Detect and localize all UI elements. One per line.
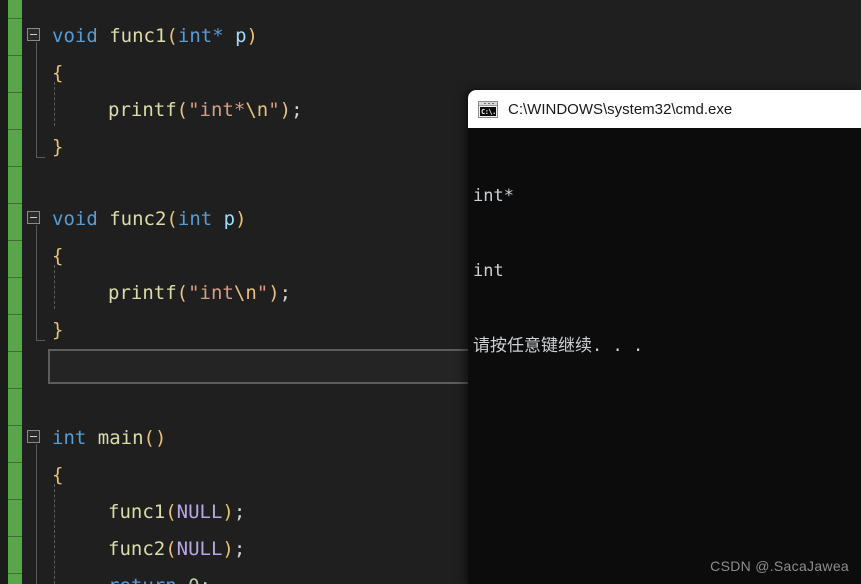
token-function-main: main <box>97 427 144 449</box>
code-line-3: printf("int*\n"); <box>108 92 303 129</box>
token-paren-close: ) <box>268 282 280 304</box>
console-output-line: int <box>473 261 504 281</box>
token-paren-close: ) <box>222 538 234 560</box>
token-semicolon: ; <box>200 575 211 584</box>
cmd-icon-titlebar <box>479 101 497 106</box>
cmd-icon-glyph: C:\. <box>480 106 496 116</box>
change-bar-segment <box>8 425 22 426</box>
change-bar-segment <box>8 314 22 315</box>
token-string-int: int <box>199 282 234 304</box>
token-paren-close: ) <box>155 427 167 449</box>
change-bar-segment <box>8 536 22 537</box>
token-paren-open: ( <box>176 282 189 304</box>
change-bar-segment <box>8 388 22 389</box>
token-function-printf: printf <box>108 282 177 304</box>
token-semicolon: ; <box>291 99 303 121</box>
token-escape-newline: \n <box>233 282 257 304</box>
change-bar-segment <box>8 55 22 56</box>
code-line-12: int main() <box>52 420 166 457</box>
code-line-4: } <box>52 129 63 166</box>
token-function-func2: func2 <box>109 208 167 230</box>
console-output[interactable]: int* int 请按任意键继续. . . <box>468 128 861 584</box>
code-line-8: printf("int\n"); <box>108 275 291 312</box>
code-line-9: } <box>52 312 63 349</box>
token-paren-open: ( <box>143 427 155 449</box>
code-line-13: { <box>52 457 63 494</box>
token-semicolon: ; <box>233 538 246 560</box>
token-keyword-int: int <box>52 427 87 449</box>
token-function-func2: func2 <box>108 538 166 560</box>
token-quote-open: " <box>188 99 200 121</box>
token-quote-close: " <box>268 99 280 121</box>
token-type-int-star: int* <box>177 25 224 47</box>
token-paren-close: ) <box>279 99 292 121</box>
token-brace-open: { <box>52 464 64 486</box>
cmd-icon: C:\. <box>478 100 498 118</box>
code-line-7: { <box>52 238 63 275</box>
token-keyword-return: return <box>108 575 177 584</box>
token-paren-open: ( <box>166 208 178 230</box>
code-line-15: func2(NULL); <box>108 531 245 568</box>
token-macro-null: NULL <box>176 538 223 560</box>
token-paren-open: ( <box>165 538 177 560</box>
token-brace-open: { <box>52 245 64 267</box>
token-keyword-void: void <box>52 208 98 230</box>
change-bar-segment <box>8 462 22 463</box>
console-title-bar[interactable]: C:\. C:\WINDOWS\system32\cmd.exe <box>468 90 861 128</box>
token-macro-null: NULL <box>176 501 223 523</box>
console-output-line: 请按任意键继续. . . <box>473 336 644 356</box>
token-param-p: p <box>223 208 236 230</box>
token-semicolon: ; <box>279 282 292 304</box>
token-type-int: int <box>177 208 213 230</box>
change-bar-segment <box>8 240 22 241</box>
token-paren-open: ( <box>176 99 189 121</box>
token-escape-newline: \n <box>245 99 269 121</box>
token-string-int-star: int* <box>199 99 246 121</box>
token-semicolon: ; <box>233 501 246 523</box>
token-brace-close: } <box>52 319 64 341</box>
token-paren-close: ) <box>222 501 234 523</box>
change-bar-segment <box>8 203 22 204</box>
token-function-printf: printf <box>108 99 177 121</box>
change-bar-segment <box>8 92 22 93</box>
change-bar-segment <box>8 351 22 352</box>
token-paren-close: ) <box>235 208 247 230</box>
token-paren-open: ( <box>165 501 177 523</box>
current-line-highlight[interactable] <box>48 349 518 384</box>
token-paren-open: ( <box>166 25 178 47</box>
token-function-func1: func1 <box>109 25 167 47</box>
change-bar-segment <box>8 129 22 130</box>
token-param-p: p <box>235 25 247 47</box>
code-line-2: { <box>52 55 63 92</box>
console-title-text: C:\WINDOWS\system32\cmd.exe <box>508 100 733 118</box>
code-line-6: void func2(int p) <box>52 201 247 238</box>
token-keyword-void: void <box>52 25 98 47</box>
token-brace-open: { <box>52 62 64 84</box>
change-bar-segment <box>8 277 22 278</box>
watermark: CSDN @.SacaJawea <box>710 558 849 574</box>
cmd-console-window[interactable]: C:\. C:\WINDOWS\system32\cmd.exe int* in… <box>468 90 861 584</box>
token-function-func1: func1 <box>108 501 166 523</box>
token-quote-close: " <box>256 282 269 304</box>
change-bar-segment <box>8 573 22 574</box>
token-paren-close: ) <box>246 25 258 47</box>
change-bar-segment <box>8 166 22 167</box>
code-line-16: return 0; <box>108 568 211 584</box>
change-bar-segment <box>8 18 22 19</box>
console-output-line: int* <box>473 186 514 206</box>
token-quote-open: " <box>188 282 200 304</box>
editor-gutter-lane <box>22 0 30 584</box>
token-brace-close: } <box>52 136 64 158</box>
change-tracking-bar <box>8 0 22 584</box>
code-line-1: void func1(int* p) <box>52 18 258 55</box>
change-bar-segment <box>8 499 22 500</box>
token-number-zero: 0 <box>188 575 199 584</box>
editor-gutter-strip <box>0 0 8 584</box>
code-line-14: func1(NULL); <box>108 494 245 531</box>
